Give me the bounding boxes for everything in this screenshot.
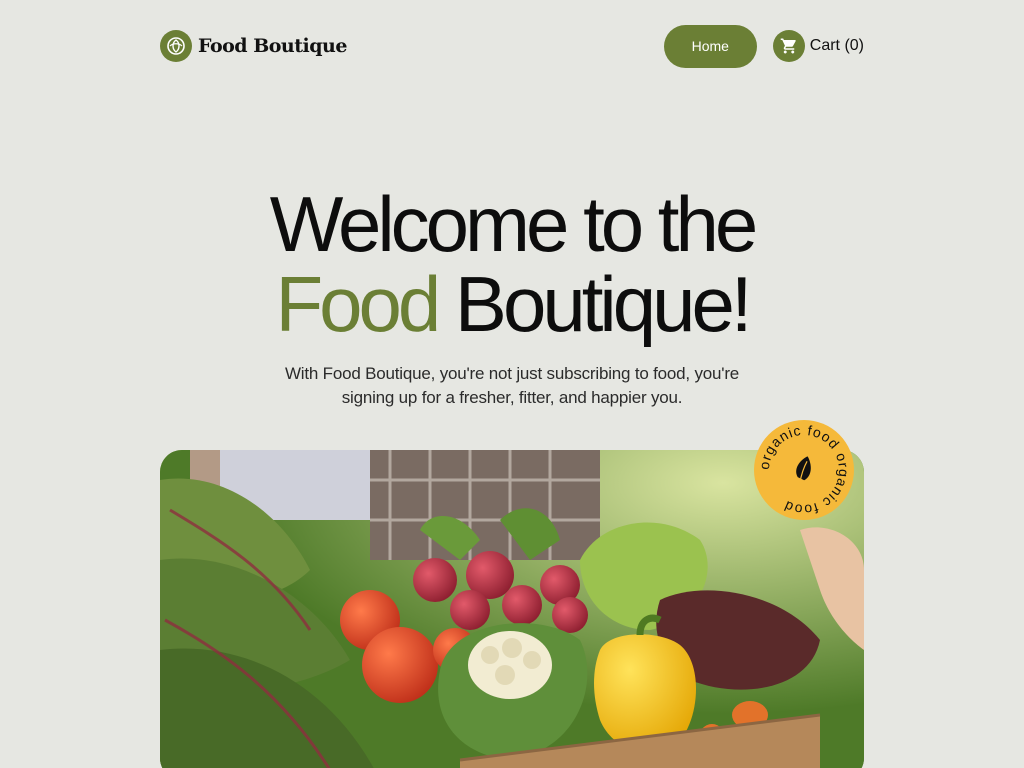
hero-title-accent: Food [275, 260, 441, 348]
organic-food-badge: organic food organic food [754, 420, 854, 520]
site-header: Food Boutique Home Cart (0) [160, 24, 864, 68]
brand-link[interactable]: Food Boutique [160, 30, 347, 62]
hero-subtitle: With Food Boutique, you're not just subs… [284, 364, 740, 407]
main-nav: Home Cart (0) [663, 24, 864, 68]
hero-title: Welcome to the Food Boutique! [0, 184, 1024, 344]
home-button[interactable]: Home [663, 24, 757, 68]
cart-label: Cart (0) [809, 37, 864, 54]
brand-name: Food Boutique [198, 35, 347, 57]
hero-title-line1: Welcome to the [269, 180, 758, 268]
leaf-seed-icon [160, 30, 192, 62]
cart-button[interactable]: Cart (0) [772, 30, 864, 62]
hero-title-rest: Boutique! [437, 260, 753, 348]
cart-icon [772, 30, 805, 62]
leaf-icon [796, 456, 811, 483]
